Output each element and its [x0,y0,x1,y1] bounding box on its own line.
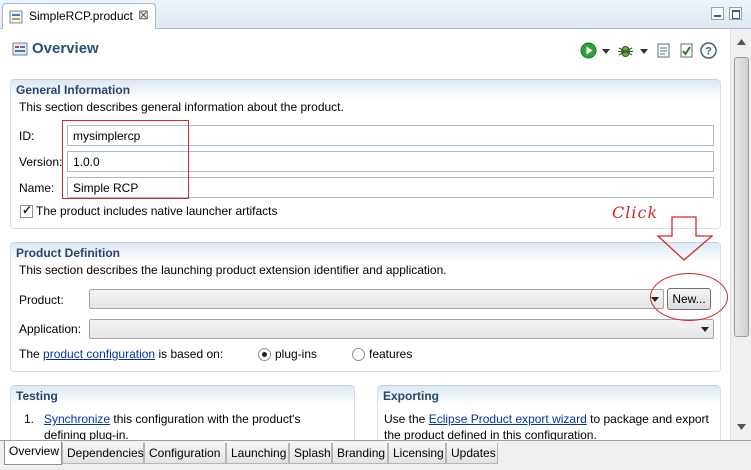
help-icon[interactable]: ? [700,42,717,59]
debug-dropdown-icon[interactable] [640,49,648,54]
tab-licensing[interactable]: Licensing [388,443,446,464]
native-launcher-label: The product includes native launcher art… [36,204,278,218]
overview-icon [12,42,28,56]
general-description: This section describes general informati… [19,100,344,114]
maximize-icon[interactable] [729,7,742,20]
section-header: General Information [11,79,720,99]
vertical-scrollbar[interactable] [730,29,751,440]
bottom-page-tabs: Overview Dependencies Configuration Laun… [0,440,751,470]
config-basis-label: The product configuration is based on: [19,347,223,361]
section-title-general: General Information [16,83,131,97]
product-label: Product: [19,293,64,307]
section-title-definition: Product Definition [16,246,120,260]
application-label: Application: [19,322,82,336]
tab-splash[interactable]: Splash [289,443,332,464]
scroll-up-icon[interactable] [734,35,749,50]
run-dropdown-icon[interactable] [602,49,610,54]
section-header: Product Definition [11,242,720,262]
synchronize-link[interactable]: Synchronize [44,412,110,426]
product-definition-section: Product Definition This section describe… [10,242,721,372]
scroll-down-icon[interactable] [734,419,749,434]
product-combo[interactable] [89,289,664,309]
testing-step-text: Synchronize this configuration with the … [44,412,300,426]
definition-description: This section describes the launching pro… [19,263,447,277]
debug-icon[interactable] [617,42,634,59]
section-header: Testing [11,385,354,405]
exporting-text: Use the Eclipse Product export wizard to… [384,412,709,426]
product-file-icon [9,10,23,24]
application-combo[interactable] [89,319,714,339]
config-prefix: The [19,347,40,361]
features-radio[interactable] [352,348,365,361]
section-title-exporting: Exporting [383,389,439,403]
section-title-testing: Testing [16,389,58,403]
plugins-label: plug-ins [275,347,318,361]
features-label: features [369,347,413,361]
validate-icon[interactable] [678,42,695,59]
page-title: Overview [32,40,99,57]
click-annotation-text: Click [612,203,659,222]
tab-launching[interactable]: Launching [226,443,289,464]
editor-tab-bar: SimpleRCP.product ⊠ [0,0,751,29]
editor-content: Overview ? General Information This sect… [0,29,730,445]
down-arrow-icon [656,216,714,261]
plugins-radio[interactable] [258,348,271,361]
chevron-down-icon[interactable] [697,321,712,337]
run-icon[interactable] [580,42,597,59]
testing-step-number: 1. [24,412,35,426]
tab-updates[interactable]: Updates [446,443,498,464]
export-wizard-link[interactable]: Eclipse Product export wizard [429,412,587,426]
tab-dependencies[interactable]: Dependencies [62,443,144,464]
form-header: Overview ? [0,29,730,73]
version-label: Version: [19,155,63,169]
testing-section: Testing 1. Synchronize this configuratio… [10,385,355,445]
highlight-rectangle [62,120,189,199]
section-header: Exporting [378,385,720,405]
export-icon[interactable] [655,42,672,59]
exporting-prefix: Use the [384,412,426,426]
editor-tab-product[interactable]: SimpleRCP.product ⊠ [2,3,156,29]
product-configuration-link[interactable]: product configuration [43,347,155,361]
exporting-section: Exporting Use the Eclipse Product export… [377,385,721,445]
svg-text:?: ? [705,46,712,58]
close-icon[interactable]: ⊠ [138,7,149,23]
tab-overview[interactable]: Overview [4,441,62,465]
id-label: ID: [19,129,35,143]
exporting-suffix: to package and export [590,412,709,426]
highlight-oval [650,273,728,321]
scrollbar-thumb[interactable] [734,57,749,337]
editor-tab-title: SimpleRCP.product [29,9,133,23]
testing-step-line1: this configuration with the product's [113,412,301,426]
tab-configuration[interactable]: Configuration [144,443,226,464]
minimize-icon[interactable] [711,7,724,20]
config-suffix: is based on: [158,347,224,361]
native-launcher-checkbox[interactable] [20,203,33,218]
name-label: Name: [19,181,55,195]
tab-branding[interactable]: Branding [332,443,388,464]
